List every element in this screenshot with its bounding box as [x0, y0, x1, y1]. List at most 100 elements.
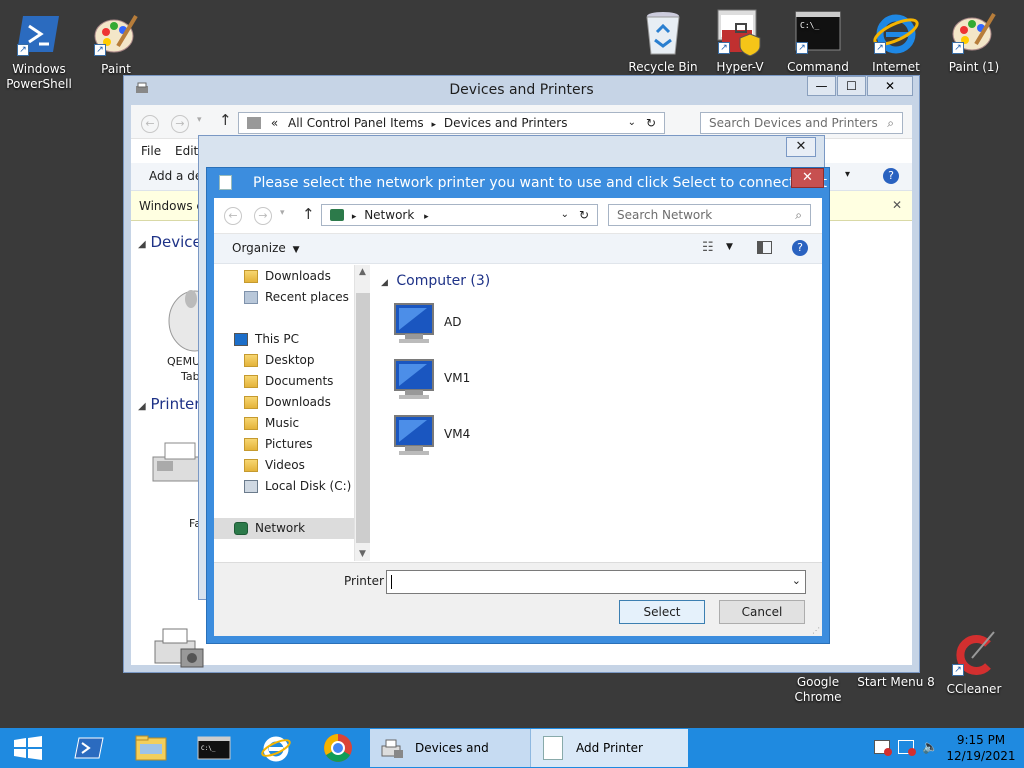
forward-button[interactable]: →: [171, 115, 189, 133]
info-bar-close-icon[interactable]: ✕: [892, 198, 902, 212]
desktop-icon-start-menu-8[interactable]: Start Menu 8: [857, 675, 935, 690]
computer-icon: [391, 414, 435, 456]
nav-item-network[interactable]: Network: [214, 518, 354, 539]
address-toolbar: ← → ▾ ↑ « All Control Panel Items ▸ Devi…: [131, 105, 912, 139]
breadcrumb-item[interactable]: Devices and Printers: [444, 116, 568, 130]
desktop-icon-internet[interactable]: ↗ Internet: [857, 8, 935, 75]
select-network-printer-dialog: Please select the network printer you wa…: [206, 167, 830, 644]
address-dropdown-icon[interactable]: ⌄: [628, 113, 636, 133]
desktop-icon-powershell[interactable]: ↗ Windows PowerShell: [0, 10, 78, 92]
scroll-down-icon[interactable]: ▼: [355, 549, 370, 559]
help-icon[interactable]: ?: [792, 240, 808, 256]
printer-dropdown-icon[interactable]: ⌄: [792, 574, 801, 587]
network-icon: [234, 522, 248, 535]
address-bar[interactable]: « All Control Panel Items ▸ Devices and …: [238, 112, 665, 134]
taskbar-task-label: Devices and Print...: [415, 741, 489, 755]
printer-combobox[interactable]: ⌄: [386, 570, 806, 594]
desktop-icon-label: Windows PowerShell: [6, 62, 72, 91]
dialog-search-input[interactable]: Search Network ⌕: [608, 204, 811, 226]
menu-edit[interactable]: Edit: [175, 144, 198, 158]
window-titlebar[interactable]: Devices and Printers — ☐ ✕: [124, 76, 919, 104]
tray-network-icon[interactable]: [898, 740, 916, 756]
select-button[interactable]: Select: [619, 600, 705, 624]
address-dropdown-icon[interactable]: ⌄: [561, 205, 569, 225]
nav-item-downloads[interactable]: Downloads: [214, 392, 354, 413]
view-options-dropdown-icon[interactable]: ▾: [845, 169, 850, 180]
scroll-up-icon[interactable]: ▲: [355, 267, 370, 277]
dialog-close-button[interactable]: ✕: [791, 168, 824, 188]
up-button[interactable]: ↑: [219, 111, 232, 129]
desktop-icon-recycle-bin[interactable]: Recycle Bin: [624, 8, 702, 75]
desktop-icon-paint[interactable]: ↗ Paint: [77, 10, 155, 77]
view-dropdown-icon[interactable]: ▼: [726, 242, 733, 252]
breadcrumb-item[interactable]: Network: [364, 208, 414, 222]
nav-item-recent-places[interactable]: Recent places: [214, 287, 354, 308]
printer-input-value[interactable]: [391, 575, 394, 589]
desktop-icon-paint-1[interactable]: ↗ Paint (1): [935, 8, 1013, 75]
close-button[interactable]: ✕: [867, 76, 913, 96]
nav-item-music[interactable]: Music: [214, 413, 354, 434]
recent-dropdown-icon[interactable]: ▾: [197, 115, 202, 125]
dialog-address-bar[interactable]: ▸ Network ▸ ⌄ ↻: [321, 204, 598, 226]
taskbar-file-explorer-icon[interactable]: [130, 728, 174, 768]
taskbar-internet-explorer-icon[interactable]: [254, 728, 298, 768]
tray-volume-icon[interactable]: 🔈: [922, 740, 938, 755]
nav-item-documents[interactable]: Documents: [214, 371, 354, 392]
search-input[interactable]: Search Devices and Printers ⌕: [700, 112, 903, 134]
start-button[interactable]: [0, 728, 55, 768]
nav-item-desktop[interactable]: Desktop: [214, 350, 354, 371]
dialog-toolbar: Organize ▼ ☷ ▼ ?: [214, 234, 822, 264]
computer-group-header[interactable]: ◢ Computer (3): [381, 273, 490, 289]
view-options-icon[interactable]: ☷: [702, 240, 714, 255]
recent-dropdown-icon[interactable]: ▾: [280, 208, 285, 218]
nav-item-label: Recent places: [265, 290, 349, 304]
resize-grip-icon[interactable]: ⋰: [812, 626, 820, 635]
desktop-icon-label: Internet: [872, 60, 920, 74]
nav-item-local-disk[interactable]: Local Disk (C:): [214, 476, 354, 497]
tray-clock[interactable]: 9:15 PM 12/19/2021: [946, 732, 1016, 764]
back-button[interactable]: ←: [141, 115, 159, 133]
preview-pane-icon[interactable]: [757, 241, 772, 254]
nav-item-pictures[interactable]: Pictures: [214, 434, 354, 455]
desktop-icon-google-chrome[interactable]: Google Chrome: [779, 675, 857, 705]
forward-button[interactable]: →: [254, 207, 272, 225]
add-printer-close-button[interactable]: ✕: [786, 137, 816, 157]
minimize-button[interactable]: —: [807, 76, 836, 96]
navigation-scrollbar[interactable]: ▲ ▼: [354, 265, 370, 561]
paint-icon: ↗: [950, 8, 998, 56]
organize-button[interactable]: Organize ▼: [232, 241, 300, 255]
up-button[interactable]: ↑: [302, 205, 315, 223]
computer-item-ad[interactable]: AD: [391, 302, 591, 346]
tray-action-center-icon[interactable]: [874, 740, 892, 756]
nav-item-videos[interactable]: Videos: [214, 455, 354, 476]
menu-file[interactable]: File: [141, 144, 161, 158]
help-icon[interactable]: ?: [883, 168, 899, 184]
taskbar-task-devices-printers[interactable]: Devices and Print...: [370, 729, 530, 767]
computer-item-vm4[interactable]: VM4: [391, 414, 591, 458]
nav-item-this-pc[interactable]: This PC: [214, 329, 354, 350]
windows-logo-icon: [14, 736, 42, 760]
breadcrumb-item[interactable]: All Control Panel Items: [288, 116, 424, 130]
refresh-icon[interactable]: ↻: [646, 113, 656, 133]
desktop-icon-hyper-v[interactable]: ↗ Hyper-V: [701, 8, 779, 75]
taskbar-task-add-printer[interactable]: Add Printer: [530, 729, 688, 767]
downloads-folder-icon: [244, 396, 258, 409]
maximize-button[interactable]: ☐: [837, 76, 866, 96]
nav-item-label: Pictures: [265, 437, 313, 451]
scrollbar-thumb[interactable]: [356, 293, 370, 543]
desktop-icon-command[interactable]: C:\_ ↗ Command: [779, 8, 857, 75]
documents-folder-icon: [244, 375, 258, 388]
back-button[interactable]: ←: [224, 207, 242, 225]
computer-item-vm1[interactable]: VM1: [391, 358, 591, 402]
status-bar-device-icon: [151, 625, 211, 675]
taskbar-chrome-icon[interactable]: [316, 728, 360, 768]
nav-item-downloads[interactable]: Downloads: [214, 266, 354, 287]
tray-date: 12/19/2021: [946, 749, 1016, 763]
taskbar-command-prompt-icon[interactable]: C:\_: [192, 728, 236, 768]
breadcrumb-overflow[interactable]: «: [271, 116, 278, 130]
desktop-icon-ccleaner[interactable]: ↗ CCleaner: [935, 630, 1013, 697]
taskbar-powershell-icon[interactable]: [67, 728, 111, 768]
search-icon: ⌕: [795, 208, 802, 222]
refresh-icon[interactable]: ↻: [579, 205, 589, 225]
cancel-button[interactable]: Cancel: [719, 600, 805, 624]
